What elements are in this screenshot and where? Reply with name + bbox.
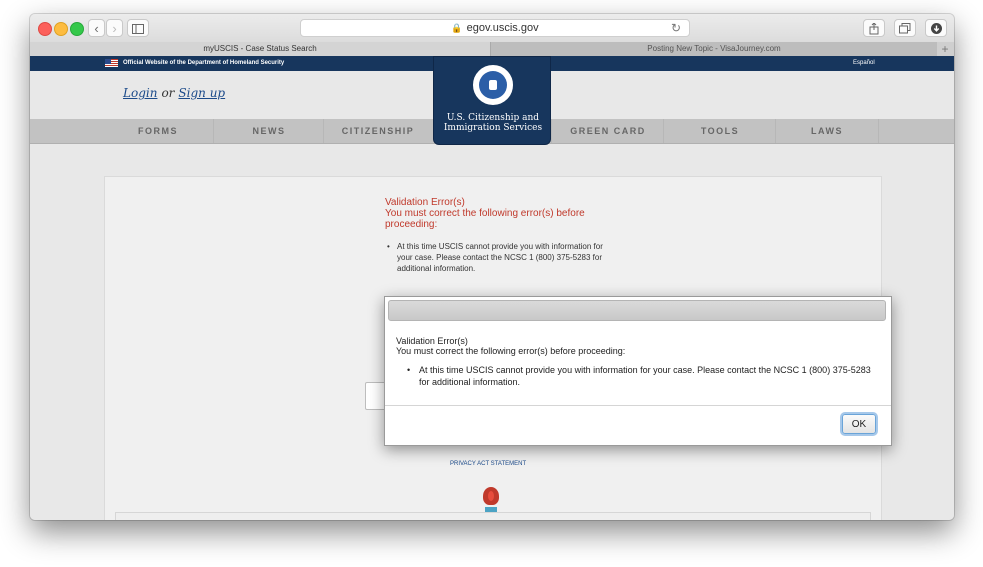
- page-error-message: Validation Error(s) You must correct the…: [385, 197, 585, 230]
- chevron-right-icon: ›: [112, 21, 117, 36]
- share-button[interactable]: [863, 19, 885, 37]
- close-window-button[interactable]: [38, 22, 52, 36]
- or-text: or: [161, 86, 175, 100]
- chevron-left-icon: ‹: [94, 21, 99, 36]
- nav-citizenship[interactable]: CITIZENSHIP: [323, 119, 432, 143]
- page-content: Official Website of the Department of Ho…: [30, 56, 954, 520]
- us-flag-icon: [105, 59, 118, 67]
- address-bar[interactable]: 🔒 egov.uscis.gov ↻: [300, 19, 690, 37]
- address-text: egov.uscis.gov: [466, 22, 539, 34]
- sidebar-button[interactable]: [127, 19, 149, 37]
- lock-icon: 🔒: [451, 23, 463, 33]
- browser-toolbar: ‹ › 🔒 egov.uscis.gov ↻: [30, 14, 954, 43]
- ok-button[interactable]: OK: [842, 414, 876, 434]
- nav-forms[interactable]: FORMS: [103, 119, 213, 143]
- login-link[interactable]: Login: [123, 86, 157, 100]
- dialog-separator: [385, 405, 891, 406]
- bullet: •: [407, 365, 411, 375]
- dialog-error-item: At this time USCIS cannot provide you wi…: [419, 365, 871, 387]
- sidebar-icon: [132, 24, 144, 34]
- share-icon: [869, 22, 879, 35]
- dialog-message: Validation Error(s) You must correct the…: [396, 336, 626, 356]
- download-icon: [930, 23, 942, 34]
- nav-news[interactable]: NEWS: [213, 119, 324, 143]
- back-button[interactable]: ‹: [88, 19, 105, 37]
- forward-button[interactable]: ›: [106, 19, 123, 37]
- dhs-seal-icon: [471, 63, 515, 107]
- bullet: •: [387, 242, 390, 251]
- nav-laws[interactable]: LAWS: [775, 119, 879, 143]
- official-website-text: Official Website of the Department of Ho…: [123, 60, 285, 66]
- downloads-button[interactable]: [925, 19, 947, 37]
- uscis-logo[interactable]: U.S. Citizenship and Immigration Service…: [433, 56, 551, 145]
- alert-dialog: Validation Error(s) You must correct the…: [384, 296, 892, 446]
- reload-icon[interactable]: ↻: [671, 20, 681, 36]
- tab-bar: myUSCIS - Case Status Search Posting New…: [30, 42, 954, 56]
- privacy-act-link[interactable]: PRIVACY ACT STATEMENT: [450, 461, 526, 467]
- dialog-title-bar: [388, 300, 886, 321]
- espanol-link[interactable]: Español: [853, 56, 875, 71]
- tab-label: myUSCIS - Case Status Search: [203, 44, 317, 53]
- minimize-window-button[interactable]: [54, 22, 68, 36]
- zoom-window-button[interactable]: [70, 22, 84, 36]
- signup-link[interactable]: Sign up: [178, 86, 225, 100]
- nav-tools[interactable]: TOOLS: [663, 119, 776, 143]
- auth-links: Login or Sign up: [123, 86, 225, 100]
- tab-label: Posting New Topic - VisaJourney.com: [647, 44, 781, 53]
- logo-text: U.S. Citizenship and Immigration Service…: [443, 113, 543, 133]
- nav-green-card[interactable]: GREEN CARD: [551, 119, 664, 143]
- tab-overview-button[interactable]: [894, 19, 916, 37]
- browser-window: ‹ › 🔒 egov.uscis.gov ↻ myUSCIS - Case St…: [30, 14, 954, 520]
- tab-visajourney[interactable]: Posting New Topic - VisaJourney.com: [490, 42, 937, 56]
- new-tab-button[interactable]: +: [936, 42, 954, 56]
- tab-myuscis[interactable]: myUSCIS - Case Status Search: [30, 42, 490, 56]
- page-error-item: At this time USCIS cannot provide you wi…: [397, 242, 603, 273]
- tab-overview-icon: [899, 23, 911, 34]
- footer-box: [115, 512, 871, 520]
